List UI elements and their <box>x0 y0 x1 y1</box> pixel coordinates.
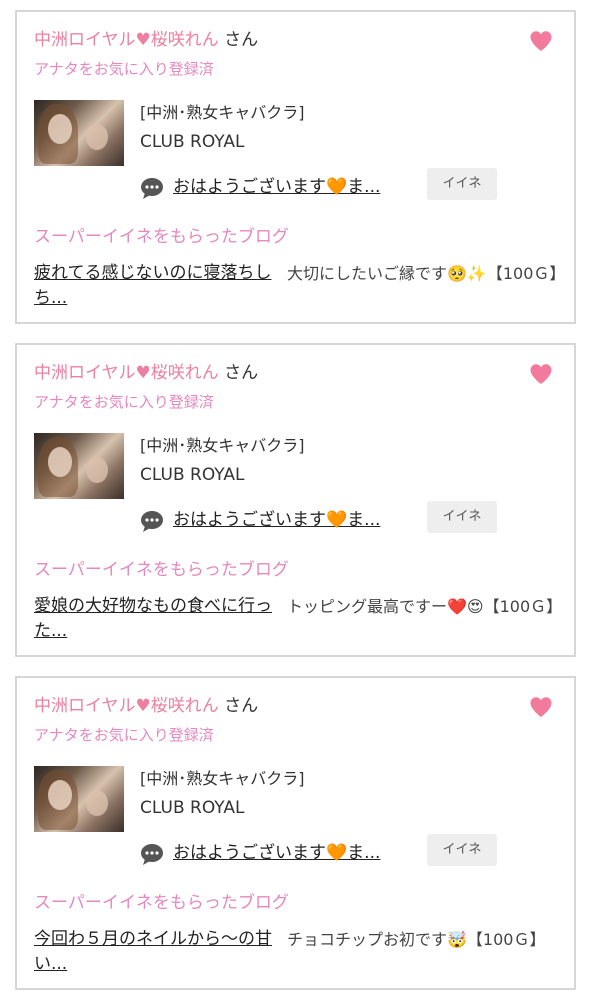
shop-genre: [中洲･熟女キャバクラ] <box>140 436 305 455</box>
super-iine-blog-heading: スーパーイイネをもらったブログ <box>34 227 289 247</box>
honorific: さん <box>224 363 259 383</box>
blog-comment: 大切にしたいご縁です🥺✨【100Ｇ】 <box>287 264 566 283</box>
chat-bubble-icon <box>141 511 163 532</box>
honorific: さん <box>224 696 259 716</box>
shop-name: CLUB ROYAL <box>140 132 245 152</box>
blog-comment: チョコチップお初です🤯【100Ｇ】 <box>287 930 546 949</box>
super-iine-blog-heading: スーパーイイネをもらったブログ <box>34 893 289 913</box>
super-iine-blog-heading: スーパーイイネをもらったブログ <box>34 560 289 580</box>
cast-name[interactable]: 中洲ロイヤル♥桜咲れん <box>34 363 219 383</box>
cast-photo[interactable] <box>34 766 124 832</box>
cast-name[interactable]: 中洲ロイヤル♥桜咲れん <box>34 696 219 716</box>
cast-name-line: 中洲ロイヤル♥桜咲れん さん <box>34 28 258 52</box>
favorite-status: アナタをお気に入り登録済 <box>34 393 214 411</box>
blog-title-link[interactable]: 今回わ５月のネイルから〜の甘い... <box>34 927 274 977</box>
blog-title-link[interactable]: 疲れてる感じないのに寝落ちしち... <box>34 261 274 311</box>
cast-photo[interactable] <box>34 100 124 166</box>
shop-genre: [中洲･熟女キャバクラ] <box>140 103 305 122</box>
favorite-cast-card: 中洲ロイヤル♥桜咲れん さん アナタをお気に入り登録済 [中洲･熟女キャバクラ]… <box>15 676 576 990</box>
shop-genre: [中洲･熟女キャバクラ] <box>140 769 305 788</box>
favorite-status: アナタをお気に入り登録済 <box>34 726 214 744</box>
chat-bubble-icon <box>141 844 163 865</box>
shop-name: CLUB ROYAL <box>140 465 245 485</box>
honorific: さん <box>224 30 259 50</box>
shop-name: CLUB ROYAL <box>140 798 245 818</box>
iine-button[interactable]: イイネ <box>427 168 497 200</box>
cast-photo[interactable] <box>34 433 124 499</box>
cast-name-line: 中洲ロイヤル♥桜咲れん さん <box>34 361 258 385</box>
latest-message-link[interactable]: おはようございます🧡ま... <box>173 175 380 199</box>
latest-message-link[interactable]: おはようございます🧡ま... <box>173 508 380 532</box>
cast-name-line: 中洲ロイヤル♥桜咲れん さん <box>34 694 258 718</box>
blog-comment: トッピング最高ですー❤️😍【100Ｇ】 <box>287 597 563 616</box>
cast-name[interactable]: 中洲ロイヤル♥桜咲れん <box>34 30 219 50</box>
blog-title-link[interactable]: 愛娘の大好物なもの食べに行った... <box>34 594 274 644</box>
favorite-cast-card: 中洲ロイヤル♥桜咲れん さん アナタをお気に入り登録済 [中洲･熟女キャバクラ]… <box>15 343 576 657</box>
heart-icon[interactable] <box>529 696 553 718</box>
chat-bubble-icon <box>141 178 163 199</box>
iine-button[interactable]: イイネ <box>427 834 497 866</box>
latest-message-link[interactable]: おはようございます🧡ま... <box>173 841 380 865</box>
favorite-cast-card: 中洲ロイヤル♥桜咲れん さん アナタをお気に入り登録済 [中洲･熟女キャバクラ]… <box>15 10 576 324</box>
iine-button[interactable]: イイネ <box>427 501 497 533</box>
favorite-status: アナタをお気に入り登録済 <box>34 60 214 78</box>
heart-icon[interactable] <box>529 363 553 385</box>
heart-icon[interactable] <box>529 30 553 52</box>
